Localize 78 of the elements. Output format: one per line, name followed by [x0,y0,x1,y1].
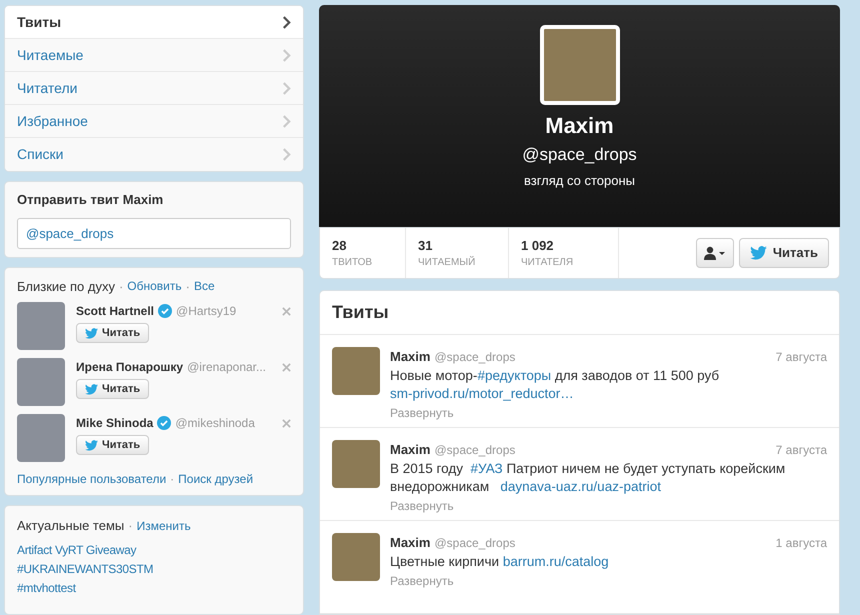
timeline-title: Твиты [320,291,839,335]
nav-item[interactable]: Избранное [5,105,303,138]
tweet-link[interactable]: #редукторы [477,368,552,382]
tweet-handle: @space_drops [434,348,516,366]
tweet-text: В 2015 году #УАЗ Патриот ничем не будет уступать корейским внедорожникам daynava-uaz.ru/uaz-patriot [390,460,786,496]
user-handle: @irenaponar... [187,359,266,376]
user-handle: @mikeshinoda [175,415,255,432]
tweet-link[interactable]: barrum.ru/catalog [502,554,609,568]
user-name[interactable]: Ирена Понарошку [76,358,184,376]
chevron-icon [282,148,291,161]
trends-title: Актуальные темы [17,517,124,535]
bird-icon [750,246,767,260]
tweet-author[interactable]: Maxim [390,347,430,366]
avatar-placeholder [17,358,65,406]
avatar-placeholder [17,414,65,462]
follow-button[interactable]: Читать [76,323,150,343]
tweet-handle: @space_drops [434,534,516,552]
chevron-icon [282,48,291,62]
follow-button[interactable]: Читать [738,238,829,268]
chevron-icon [282,82,291,94]
user-name[interactable]: Mike Shinoda [76,414,154,432]
tweet-input[interactable]: @space_drops [17,218,291,248]
bird-icon [85,328,98,338]
chevron-icon [282,16,291,28]
user-menu-button[interactable] [696,238,734,268]
tweet-date[interactable]: 1 августа [776,534,827,552]
suggestions-link[interactable]: Все [194,277,215,296]
follow-button[interactable]: Читать [76,379,150,399]
user-handle: @Hartsy19 [176,303,236,320]
tweet-date[interactable]: 7 августа [776,440,827,459]
bird-icon [85,440,98,450]
expand-link[interactable]: Развернуть [390,496,827,514]
avatar-placeholder [17,302,65,350]
tweet-text: Цветные кирпичи barrum.ru/catalog [390,552,610,570]
tweet-link[interactable]: daynava-uaz.ru/uaz-patriot [500,478,661,494]
tweet-avatar-placeholder [332,533,380,581]
stat-item[interactable]: 1 092 ЧИТАТЕЛЯ [509,228,619,278]
nav-item[interactable]: Списки [5,138,303,171]
close-icon[interactable] [282,418,291,428]
stat-item[interactable]: 31 ЧИТАЕМЫЙ [406,228,509,278]
trend-link[interactable]: #mtvhottest [17,578,291,598]
profile-name: Maxim [545,112,614,140]
bird-icon [85,384,98,394]
user-name[interactable]: Scott Hartnell [76,302,154,320]
tweet-author[interactable]: Maxim [390,440,430,460]
tweet-author[interactable]: Maxim [390,533,430,552]
person-caret-icon [704,246,726,260]
chevron-icon [282,114,291,128]
tweet-text: Новые мотор-#редукторы для заводов от 11 500 руб sm-privod.ru/motor_reductor… [390,366,720,402]
separator-dot: · [128,517,133,535]
separator-dot: · [186,278,190,296]
follow-button[interactable]: Читать [76,435,150,455]
tweet-link[interactable]: #УАЗ [470,460,503,476]
nav-item[interactable]: Твиты [5,6,303,39]
trend-link[interactable]: Artifact VyRT Giveaway [17,540,291,560]
profile-bio: взгляд со стороны [524,172,635,190]
tweet-date[interactable]: 7 августа [776,348,827,366]
compose-title: Отправить твит Maxim [17,191,164,209]
tweet-handle: @space_drops [434,442,516,459]
trends-edit-link[interactable]: Изменить [136,516,191,535]
close-icon[interactable] [282,362,291,372]
expand-link[interactable]: Развернуть [390,404,827,422]
tweet-avatar-placeholder [332,347,380,395]
close-icon[interactable] [282,306,291,316]
separator-dot: · [170,471,174,488]
suggestions-title: Близкие по духу [17,278,115,296]
expand-link[interactable]: Развернуть [390,572,827,590]
nav-item[interactable]: Читаемые [5,39,303,72]
trend-link[interactable]: #UKRAINEWANTS30STM [17,560,291,578]
footer-link[interactable]: Поиск друзей [178,470,254,488]
stat-item[interactable]: 28 ТВИТОВ [320,228,406,278]
footer-link[interactable]: Популярные пользователи [17,470,166,488]
nav-item[interactable]: Читатели [5,72,303,105]
profile-handle: @space_drops [522,144,637,166]
tweet-avatar-placeholder [332,440,380,488]
separator-dot: · [118,278,124,296]
tweet-link[interactable]: sm-privod.ru/motor_reductor… [390,386,574,400]
suggestions-link[interactable]: Обновить [127,277,182,296]
